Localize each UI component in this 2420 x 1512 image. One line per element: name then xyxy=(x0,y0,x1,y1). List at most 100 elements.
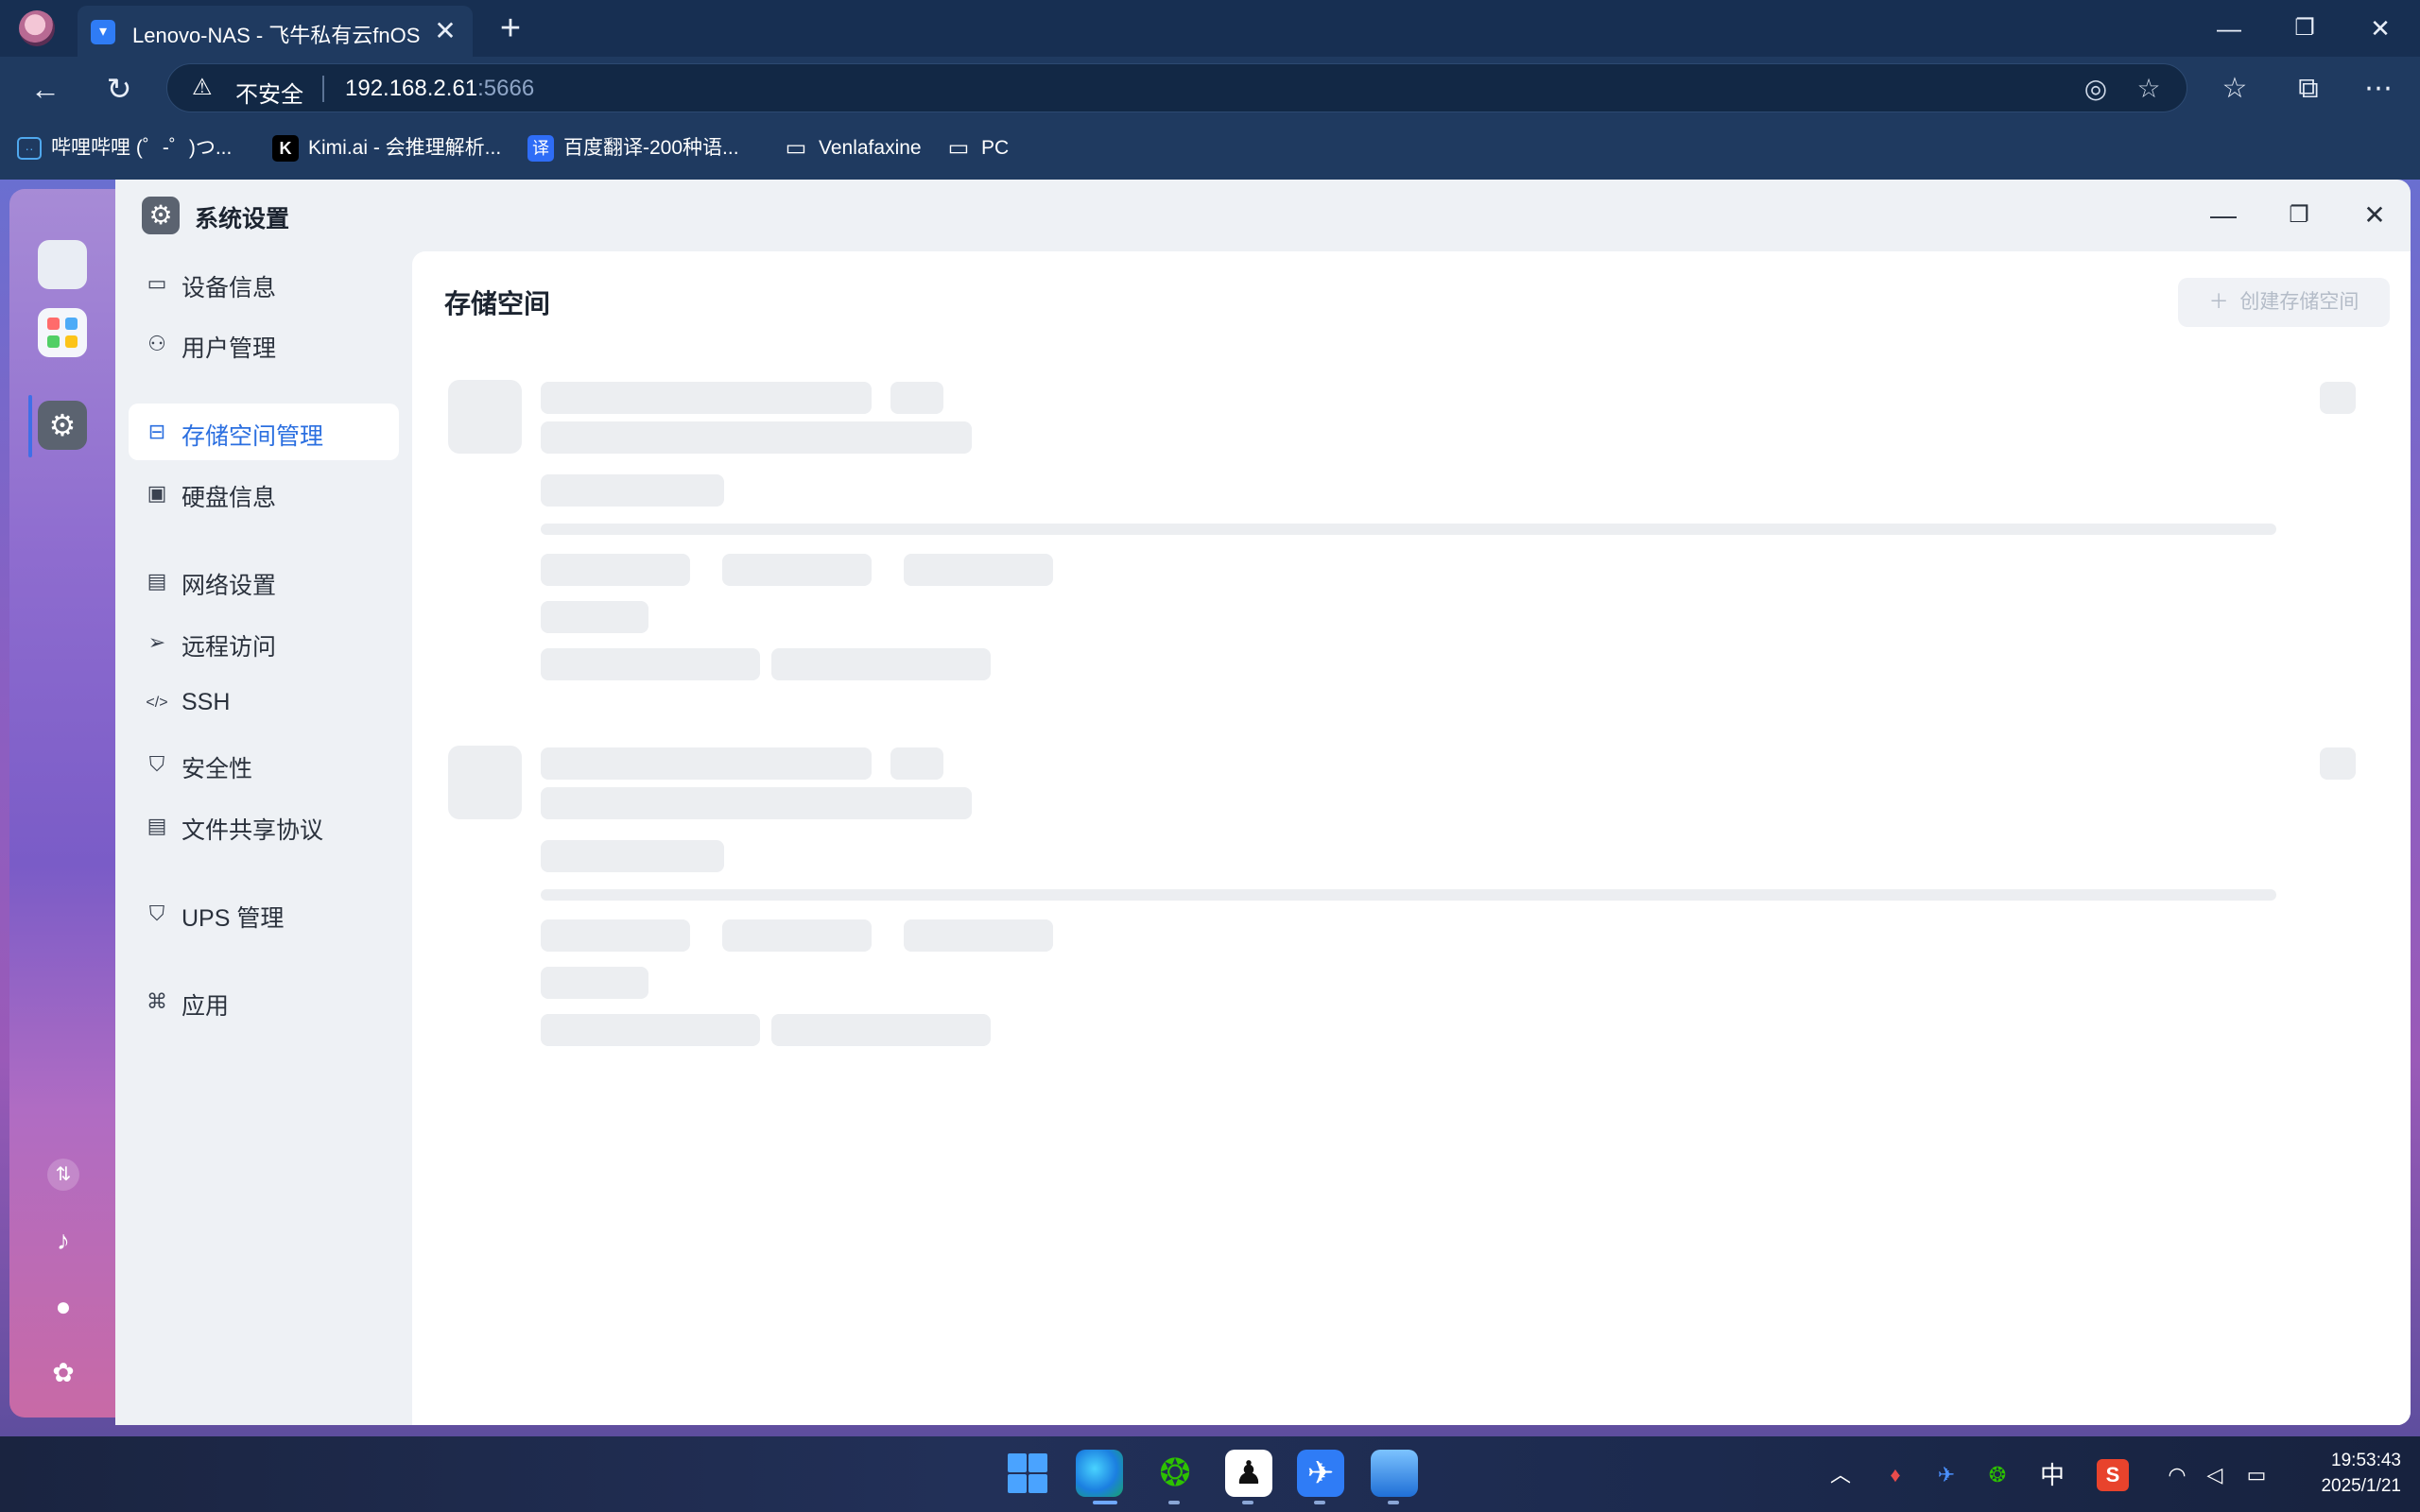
skeleton-action xyxy=(2320,747,2356,780)
read-aloud-icon[interactable]: ◎ xyxy=(2079,72,2113,106)
sogou-ime-icon[interactable]: S xyxy=(2097,1459,2129,1491)
warning-icon[interactable]: ⚠ xyxy=(192,75,218,101)
disk-icon: ▣ xyxy=(147,481,167,505)
running-app-dot xyxy=(1168,1501,1180,1504)
shield-icon: ⛉ xyxy=(148,902,165,925)
nav-item-file-sharing[interactable]: ▤ 文件共享协议 xyxy=(129,798,399,854)
bookmark-label: 百度翻译-200种语... xyxy=(563,137,739,159)
nav-label: 硬盘信息 xyxy=(182,485,277,511)
browser-minimize-button[interactable]: — xyxy=(2203,8,2256,49)
bookmark-label: Venlafaxine xyxy=(819,137,922,159)
nav-label: 设备信息 xyxy=(182,275,277,301)
active-app-dot xyxy=(1093,1501,1117,1504)
volume-icon[interactable]: ◁ xyxy=(2199,1459,2231,1491)
browser-close-button[interactable]: ✕ xyxy=(2354,8,2407,49)
nav-item-ssh[interactable]: </> SSH xyxy=(129,675,399,731)
bookmark-baidu-translate[interactable]: 译百度翻译-200种语... xyxy=(527,132,739,164)
nav-item-network-settings[interactable]: ▤ 网络设置 xyxy=(129,553,399,610)
send-icon: ➢ xyxy=(147,630,166,654)
skeleton-line xyxy=(541,601,648,633)
nav-label: 安全性 xyxy=(182,756,253,782)
app-center-icon[interactable] xyxy=(38,308,87,357)
system-clock[interactable]: 19:53:43 2025/1/21 xyxy=(2288,1448,2401,1499)
wechat-icon[interactable]: ❂ xyxy=(1151,1450,1199,1497)
back-arrow-icon[interactable]: ← xyxy=(25,68,66,110)
nav-item-storage-management[interactable]: ⊟ 存储空间管理 xyxy=(129,404,399,460)
nav-item-apps[interactable]: ⌘ 应用 xyxy=(129,973,399,1030)
bookmark-label: 哔哩哔哩 (゜-゜)つ... xyxy=(51,137,233,159)
qq-icon[interactable]: ♟ xyxy=(1225,1450,1272,1497)
skeleton-line xyxy=(541,382,872,414)
browser-toolbar: ← ↻ ⚠ 不安全 192.168.2.61:5666 ◎ ☆ ☆ ⧉ ⋯ xyxy=(0,57,2420,119)
baidu-translate-icon: 译 xyxy=(527,135,554,163)
window-maximize-button[interactable]: ❐ xyxy=(2276,195,2322,236)
bookmark-kimi[interactable]: K Kimi.ai - 会推理解析... xyxy=(272,132,501,164)
settings-gear-icon: ⚙ xyxy=(142,197,180,234)
tray-fnos-icon[interactable]: ✈ xyxy=(1930,1459,1962,1491)
settings-app-icon[interactable]: ⚙ xyxy=(38,401,87,450)
create-storage-button[interactable]: ＋ 创建存储空间 xyxy=(2178,278,2390,327)
bell-icon[interactable]: ♪ xyxy=(47,1225,79,1257)
battery-icon[interactable]: ▭ xyxy=(2240,1459,2273,1491)
skeleton-progress-bar xyxy=(541,889,2276,901)
bookmark-folder-venlafaxine[interactable]: ▭ Venlafaxine xyxy=(783,132,922,164)
browser-restore-button[interactable]: ❐ xyxy=(2278,8,2331,49)
storage-icon: ⊟ xyxy=(147,420,166,443)
fnos-client-icon[interactable]: ✈ xyxy=(1297,1450,1344,1497)
fnos-favicon-icon: ▾ xyxy=(91,20,115,44)
wifi-icon[interactable]: ◠ xyxy=(2161,1459,2193,1491)
profile-avatar[interactable] xyxy=(19,10,55,46)
favorite-star-icon[interactable]: ☆ xyxy=(2132,72,2166,106)
input-method-indicator[interactable]: 中 xyxy=(2036,1459,2068,1491)
user-icon: ⚇ xyxy=(147,332,166,355)
address-bar[interactable]: ⚠ 不安全 192.168.2.61:5666 ◎ ☆ xyxy=(166,63,2187,112)
active-app-indicator xyxy=(28,395,32,457)
skeleton-line xyxy=(541,554,690,586)
desktop-monitor-icon[interactable] xyxy=(38,240,87,289)
kimi-icon: K xyxy=(272,135,299,163)
tray-wechat-icon[interactable]: ❂ xyxy=(1981,1459,2014,1491)
bookmark-bilibili[interactable]: ·· 哔哩哔哩 (゜-゜)つ... xyxy=(17,132,232,164)
nav-label: SSH xyxy=(182,689,231,715)
window-minimize-button[interactable]: — xyxy=(2201,195,2246,236)
edge-browser-icon[interactable] xyxy=(1076,1450,1123,1497)
user-icon[interactable]: ● xyxy=(47,1291,79,1323)
clock-date: 2025/1/21 xyxy=(2321,1476,2401,1496)
skeleton-line xyxy=(541,1014,760,1046)
favorites-icon[interactable]: ☆ xyxy=(2214,68,2256,110)
new-tab-button[interactable]: + xyxy=(492,9,529,47)
gear-icon[interactable]: ✿ xyxy=(47,1357,79,1389)
bookmarks-bar: ·· 哔哩哔哩 (゜-゜)つ... K Kimi.ai - 会推理解析... 译百度… xyxy=(0,119,2420,180)
browser-tab[interactable]: ▾ Lenovo-NAS - 飞牛私有云fnOS ✕ xyxy=(78,6,473,57)
nav-label: 远程访问 xyxy=(182,634,277,661)
bookmark-folder-pc[interactable]: ▭ PC xyxy=(945,132,1010,164)
collections-icon[interactable]: ⧉ xyxy=(2288,68,2329,110)
security-label[interactable]: 不安全 xyxy=(235,76,303,109)
photos-app-icon[interactable] xyxy=(1371,1450,1418,1497)
nav-item-disk-info[interactable]: ▣ 硬盘信息 xyxy=(129,465,399,522)
start-windows-icon[interactable] xyxy=(1004,1450,1051,1497)
show-hidden-icons-chevron-icon[interactable]: ︿ xyxy=(1824,1459,1857,1491)
skeleton-line xyxy=(541,421,972,454)
url-text[interactable]: 192.168.2.61:5666 xyxy=(345,76,534,102)
settings-sidebar: ▭ 设备信息 ⚇ 用户管理 ⊟ 存储空间管理 ▣ 硬盘信息 ▤ 网络设置 ➢ 远… xyxy=(115,251,410,1425)
nav-item-user-management[interactable]: ⚇ 用户管理 xyxy=(129,316,399,372)
tab-close-button[interactable]: ✕ xyxy=(429,15,461,47)
skeleton-line xyxy=(541,840,724,872)
tray-app-icon[interactable]: ♦ xyxy=(1879,1459,1911,1491)
reload-icon[interactable]: ↻ xyxy=(98,68,140,110)
network-icon: ▤ xyxy=(147,569,167,593)
skeleton-line xyxy=(541,648,760,680)
skeleton-line xyxy=(890,382,943,414)
windows-taskbar: ❂ ♟ ✈ ︿ ♦ ✈ ❂ 中 S ◠ ◁ ▭ 19:53:43 2025/1/… xyxy=(0,1436,2420,1512)
nav-item-security[interactable]: ⛉ 安全性 xyxy=(129,736,399,793)
nav-item-remote-access[interactable]: ➢ 远程访问 xyxy=(129,614,399,671)
nav-item-ups-management[interactable]: ⛉ UPS 管理 xyxy=(129,885,399,942)
more-menu-icon[interactable]: ⋯ xyxy=(2358,68,2399,110)
document-icon: ▤ xyxy=(147,814,167,837)
nav-label: 网络设置 xyxy=(182,573,277,599)
transfer-icon[interactable]: ⇅ xyxy=(47,1159,79,1191)
window-close-button[interactable]: ✕ xyxy=(2352,195,2397,236)
nav-item-device-info[interactable]: ▭ 设备信息 xyxy=(129,255,399,312)
running-app-dot xyxy=(1388,1501,1399,1504)
